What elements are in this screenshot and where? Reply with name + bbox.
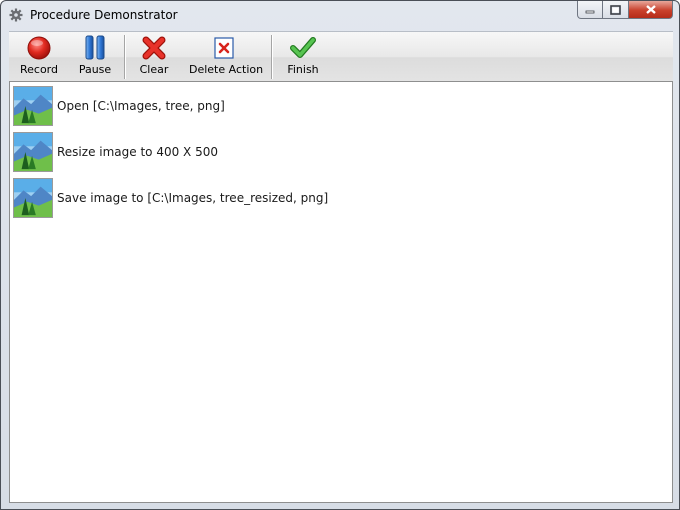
clear-button[interactable]: Clear <box>134 32 174 82</box>
app-window: Procedure Demonstrator Record Pause Clea… <box>0 0 680 510</box>
window-title: Procedure Demonstrator <box>30 8 178 22</box>
checkmark-icon <box>290 37 316 58</box>
caption-buttons <box>577 1 673 20</box>
pause-label: Pause <box>78 63 112 76</box>
toolbar-separator <box>124 35 126 79</box>
action-label: Resize image to 400 X 500 <box>57 145 218 159</box>
pause-button[interactable]: Pause <box>75 32 115 82</box>
toolbar-separator <box>271 35 273 79</box>
finish-button[interactable]: Finish <box>283 32 323 82</box>
record-icon <box>27 36 51 60</box>
clear-label: Clear <box>139 63 169 76</box>
action-label: Open [C:\Images, tree, png] <box>57 99 225 113</box>
record-label: Record <box>19 63 58 76</box>
close-icon <box>645 5 656 14</box>
finish-label: Finish <box>287 63 319 76</box>
action-item[interactable]: Resize image to 400 X 500 <box>13 131 218 173</box>
delete-action-label: Delete Action <box>189 63 264 76</box>
minimize-button[interactable] <box>577 1 603 19</box>
landscape-image-icon <box>13 178 53 218</box>
maximize-button[interactable] <box>603 1 629 19</box>
close-button[interactable] <box>629 1 673 19</box>
toolbar: Record Pause Clear Delete Action Finish <box>9 31 673 82</box>
action-list[interactable]: Open [C:\Images, tree, png] Resize image… <box>9 81 673 503</box>
maximize-icon <box>610 4 621 15</box>
action-item[interactable]: Open [C:\Images, tree, png] <box>13 85 225 127</box>
red-x-icon <box>142 36 166 60</box>
minimize-icon <box>585 10 595 13</box>
delete-action-button[interactable]: Delete Action <box>189 32 264 82</box>
record-button[interactable]: Record <box>17 32 61 82</box>
pause-icon <box>85 35 105 60</box>
action-item[interactable]: Save image to [C:\Images, tree_resized, … <box>13 177 328 219</box>
landscape-image-icon <box>13 132 53 172</box>
gear-icon <box>9 8 23 22</box>
delete-document-icon <box>214 37 234 59</box>
title-bar[interactable]: Procedure Demonstrator <box>1 1 679 29</box>
landscape-image-icon <box>13 86 53 126</box>
action-label: Save image to [C:\Images, tree_resized, … <box>57 191 329 205</box>
